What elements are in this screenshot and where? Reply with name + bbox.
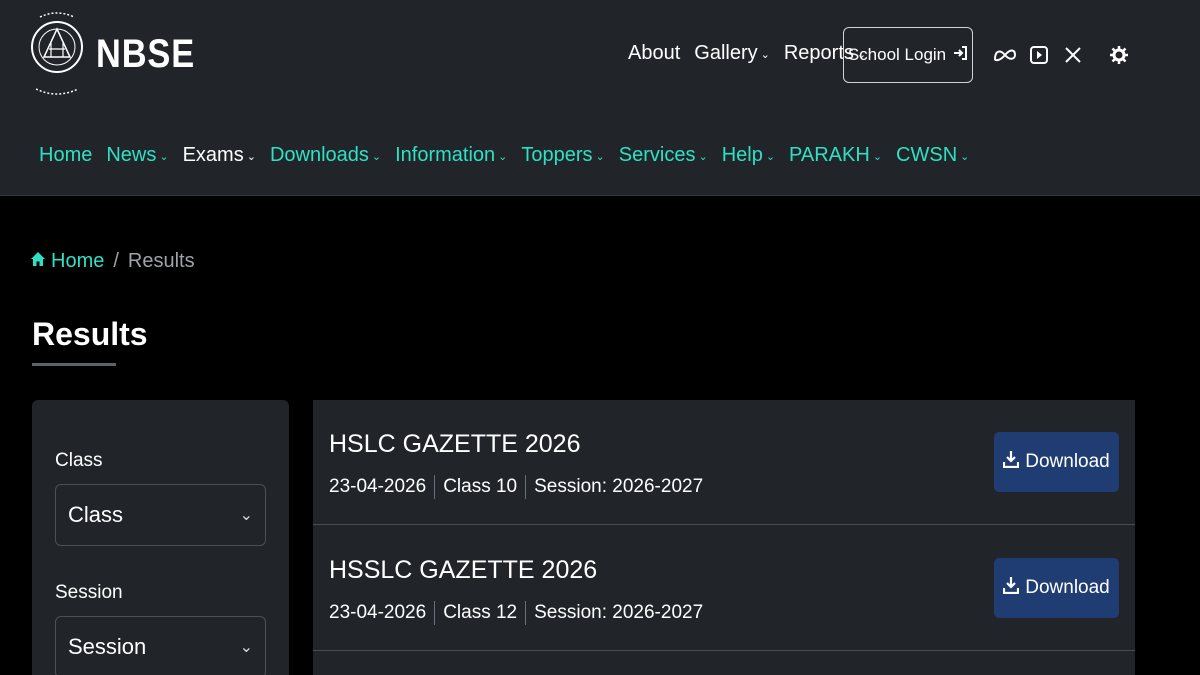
download-button[interactable]: Download <box>994 558 1119 618</box>
nav-parakh[interactable]: PARAKH ⌄ <box>789 144 882 167</box>
chevron-down-icon: ⌄ <box>246 151 256 163</box>
nav-exams[interactable]: Exams ⌄ <box>183 144 256 167</box>
download-label: Download <box>1025 577 1110 598</box>
youtube-icon[interactable] <box>1026 42 1052 68</box>
nav-downloads[interactable]: Downloads ⌄ <box>270 144 381 167</box>
chevron-down-icon: ⌄ <box>595 151 605 163</box>
chevron-down-icon: ⌄ <box>371 151 382 163</box>
breadcrumb: Home / Results <box>30 250 195 273</box>
page-title: Results <box>32 316 148 352</box>
meta-divider <box>525 601 527 625</box>
brand-name[interactable]: NBSE <box>96 32 195 77</box>
nav-cwsn[interactable]: CWSN ⌄ <box>896 144 969 167</box>
result-date: 23-04-2026 <box>329 476 427 497</box>
gear-icon[interactable] <box>1106 42 1132 68</box>
chevron-down-icon: ⌄ <box>498 151 508 163</box>
breadcrumb-home-label: Home <box>51 250 105 272</box>
topnav-about[interactable]: About <box>628 42 680 65</box>
result-meta: 23-04-2026 Class 12 Session: 2026-2027 <box>329 601 703 625</box>
class-filter-label: Class <box>55 450 103 471</box>
school-login-label: School Login <box>847 45 947 64</box>
download-icon <box>1003 576 1020 600</box>
class-select-value: Class <box>68 502 124 527</box>
result-class: Class 10 <box>443 476 518 497</box>
title-underline <box>32 363 116 366</box>
download-icon <box>1003 450 1020 474</box>
result-session: Session: 2026-2027 <box>534 476 704 497</box>
x-icon[interactable] <box>1060 42 1086 68</box>
chevron-down-icon: ⌄ <box>960 151 970 163</box>
breadcrumb-home[interactable]: Home <box>30 250 104 273</box>
site-header: NBSE About Gallery ⌄ Reports ⌄ School Logi… <box>0 0 1200 196</box>
chevron-down-icon: ⌄ <box>760 49 770 61</box>
school-login-button[interactable]: School Login <box>843 27 973 83</box>
nav-home[interactable]: Home <box>39 144 92 167</box>
meta-icon[interactable] <box>992 42 1018 68</box>
download-label: Download <box>1025 451 1110 472</box>
nav-help[interactable]: Help ⌄ <box>722 144 775 167</box>
result-meta: 23-04-2026 Class 10 Session: 2026-2027 <box>329 475 703 499</box>
meta-divider <box>434 601 436 625</box>
result-session: Session: 2026-2027 <box>534 602 704 623</box>
session-filter-label: Session <box>55 582 123 603</box>
nbse-logo[interactable] <box>30 7 84 103</box>
result-item: HSSLC GAZETTE 2026 23-04-2026 Class 12 S… <box>313 526 1135 651</box>
chevron-down-icon: ⌄ <box>159 151 169 163</box>
chevron-down-icon: ⌄ <box>239 507 253 524</box>
breadcrumb-separator: / <box>113 250 119 272</box>
session-select[interactable]: Session ⌄ <box>55 616 266 675</box>
chevron-down-icon: ⌄ <box>872 151 883 163</box>
result-class: Class 12 <box>443 602 518 623</box>
download-button[interactable]: Download <box>994 432 1119 492</box>
nav-news[interactable]: News ⌄ <box>106 144 168 167</box>
result-item: HSLC GAZETTE 2026 23-04-2026 Class 10 Se… <box>313 400 1135 525</box>
chevron-down-icon: ⌄ <box>698 151 708 163</box>
home-icon <box>30 250 46 273</box>
nav-services[interactable]: Services ⌄ <box>619 144 708 167</box>
results-list: HSLC GAZETTE 2026 23-04-2026 Class 10 Se… <box>313 400 1135 675</box>
session-select-value: Session <box>68 634 147 659</box>
chevron-down-icon: ⌄ <box>765 151 776 163</box>
chevron-down-icon: ⌄ <box>239 639 253 656</box>
nav-toppers[interactable]: Toppers ⌄ <box>521 144 604 167</box>
breadcrumb-current: Results <box>127 250 195 272</box>
result-date: 23-04-2026 <box>329 602 427 623</box>
class-select[interactable]: Class ⌄ <box>55 484 266 546</box>
nav-information[interactable]: Information ⌄ <box>395 144 507 167</box>
main-nav: Home News ⌄ Exams ⌄ Downloads ⌄ Information… <box>39 144 983 167</box>
filter-panel: Class Class ⌄ Session Session ⌄ <box>32 400 289 675</box>
topnav-gallery[interactable]: Gallery ⌄ <box>694 42 770 65</box>
meta-divider <box>525 475 527 499</box>
result-title: HSLC GAZETTE 2026 <box>329 430 581 458</box>
login-icon <box>952 45 968 66</box>
meta-divider <box>434 475 436 499</box>
result-title: HSSLC GAZETTE 2026 <box>329 556 598 584</box>
